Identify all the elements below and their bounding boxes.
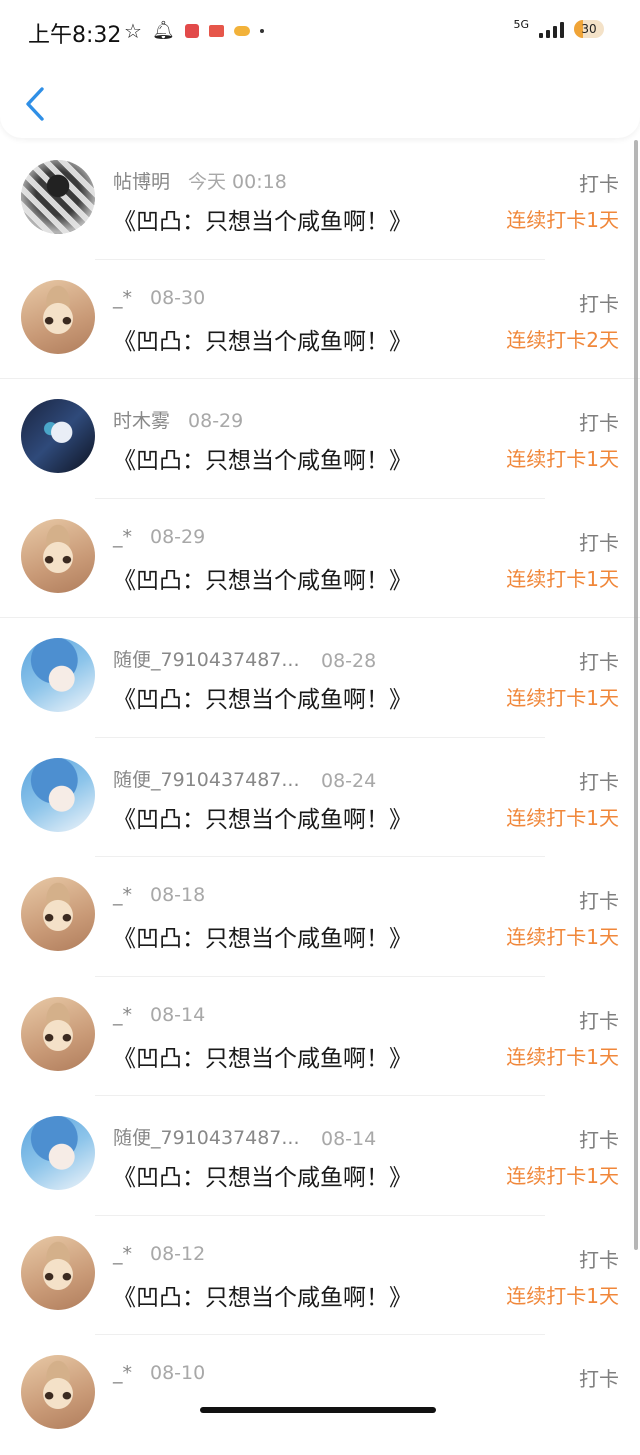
post-date: 08-12	[150, 1242, 206, 1265]
post-date: 08-29	[188, 410, 244, 432]
post-date: 08-14	[150, 1003, 206, 1026]
streak-label: 连续打卡1天	[506, 1164, 619, 1188]
streak-label: 连续打卡1天	[506, 686, 619, 710]
user-name[interactable]: _*	[113, 1362, 132, 1384]
more-dot-icon	[259, 29, 264, 33]
book-title: 《凹凸：只想当个咸鱼啊！》	[113, 687, 412, 713]
checkin-label: 打卡	[579, 1128, 619, 1152]
book-title: 《凹凸：只想当个咸鱼啊！》	[113, 1165, 412, 1191]
status-time: 上午8:32	[28, 23, 122, 48]
post-date: 今天 00:18	[188, 171, 287, 193]
avatar[interactable]	[21, 877, 95, 951]
avatar[interactable]	[21, 518, 95, 593]
avatar[interactable]	[21, 160, 95, 234]
user-name[interactable]: 随便_7910437487...	[113, 765, 313, 792]
streak-label: 连续打卡1天	[506, 1044, 619, 1069]
post-date: 08-28	[321, 650, 377, 672]
status-bar: 上午8:32 ☆ 🔔︎ 5G 30	[0, 0, 640, 62]
streak-label: 连续打卡1天	[506, 208, 619, 232]
list-item[interactable]: _* 08-14 《凹凸：只想当个咸鱼啊！》 打卡 连续打卡1天	[0, 977, 640, 1096]
streak-label: 连续打卡1天	[506, 805, 619, 830]
status-icons-right: 5G 30	[513, 18, 604, 38]
user-name[interactable]: 时木雾	[113, 406, 170, 433]
book-title: 《凹凸：只想当个咸鱼啊！》	[113, 448, 412, 474]
game-notification-icon	[233, 26, 250, 36]
streak-label: 连续打卡1天	[506, 925, 619, 949]
avatar[interactable]	[21, 996, 95, 1071]
list-item[interactable]: 随便_7910437487... 08-14 《凹凸：只想当个咸鱼啊！》 打卡 连…	[0, 1096, 640, 1216]
streak-label: 连续打卡1天	[506, 1283, 619, 1308]
list-item[interactable]: _* 08-30 《凹凸：只想当个咸鱼啊！》 打卡 连续打卡2天	[0, 260, 640, 379]
list-item[interactable]: 随便_7910437487... 08-24 《凹凸：只想当个咸鱼啊！》 打卡 连…	[0, 738, 640, 857]
user-name[interactable]: 随便_7910437487...	[113, 645, 313, 672]
checkin-label: 打卡	[579, 1008, 619, 1033]
checkin-label: 打卡	[579, 530, 619, 555]
checkin-label: 打卡	[579, 769, 619, 794]
avatar[interactable]	[21, 757, 95, 832]
post-date: 08-29	[150, 525, 206, 548]
avatar[interactable]	[21, 1235, 95, 1310]
bell-icon: 🔔︎	[151, 20, 175, 41]
streak-label: 连续打卡2天	[506, 327, 619, 352]
list-item[interactable]: _* 08-12 《凹凸：只想当个咸鱼啊！》 打卡 连续打卡1天	[0, 1216, 640, 1335]
user-name[interactable]: _*	[113, 1004, 132, 1026]
star-icon: ☆	[124, 19, 142, 43]
user-name[interactable]: _*	[113, 1243, 132, 1265]
avatar[interactable]	[21, 1116, 95, 1190]
avatar[interactable]	[21, 279, 95, 354]
user-name[interactable]: 帖博明	[113, 167, 170, 194]
post-date: 08-14	[321, 1128, 377, 1150]
checkin-label: 打卡	[579, 650, 619, 674]
avatar[interactable]	[21, 638, 95, 712]
checkin-label: 打卡	[579, 411, 619, 435]
checkin-label: 打卡	[579, 1247, 619, 1272]
book-title: 《凹凸：只想当个咸鱼啊！》	[113, 806, 412, 833]
network-label: 5G	[513, 18, 529, 31]
list-item[interactable]: _* 08-29 《凹凸：只想当个咸鱼啊！》 打卡 连续打卡1天	[0, 499, 640, 618]
post-date: 08-30	[150, 286, 206, 309]
avatar[interactable]	[21, 399, 95, 473]
streak-label: 连续打卡1天	[506, 447, 619, 471]
user-name[interactable]: _*	[113, 884, 132, 906]
avatar[interactable]	[21, 1355, 95, 1429]
battery-level: 30	[581, 22, 597, 36]
signal-icon	[539, 20, 564, 38]
book-title: 《凹凸：只想当个咸鱼啊！》	[113, 209, 412, 235]
checkin-label: 打卡	[579, 889, 619, 913]
battery-icon: 30	[574, 20, 604, 38]
status-icons-left: ☆ 🔔︎	[124, 20, 264, 42]
list-item[interactable]: _* 08-18 《凹凸：只想当个咸鱼啊！》 打卡 连续打卡1天	[0, 857, 640, 977]
post-date: 08-10	[150, 1362, 206, 1384]
streak-label: 连续打卡1天	[506, 566, 619, 591]
post-date: 08-24	[321, 769, 377, 792]
book-title: 《凹凸：只想当个咸鱼啊！》	[113, 926, 412, 952]
checkin-list: 帖博明 今天 00:18 《凹凸：只想当个咸鱼啊！》 打卡 连续打卡1天 _* 08…	[0, 140, 640, 1455]
post-date: 08-18	[150, 884, 206, 906]
user-name[interactable]: 随便_7910437487...	[113, 1123, 313, 1150]
list-item[interactable]: 时木雾 08-29 《凹凸：只想当个咸鱼啊！》 打卡 连续打卡1天	[0, 379, 640, 499]
chevron-left-icon	[26, 87, 44, 121]
app-notification-icon	[184, 24, 199, 38]
list-item[interactable]: _* 08-10 打卡	[0, 1335, 640, 1455]
book-title: 《凹凸：只想当个咸鱼啊！》	[113, 1045, 412, 1072]
user-name[interactable]: _*	[113, 287, 132, 309]
user-name[interactable]: _*	[113, 526, 132, 548]
scrollbar[interactable]	[634, 140, 638, 1250]
checkin-label: 打卡	[579, 172, 619, 196]
book-title: 《凹凸：只想当个咸鱼啊！》	[113, 1284, 412, 1311]
book-title: 《凹凸：只想当个咸鱼啊！》	[113, 567, 412, 594]
book-title: 《凹凸：只想当个咸鱼啊！》	[113, 328, 412, 355]
back-button[interactable]	[18, 82, 52, 126]
list-item[interactable]: 随便_7910437487... 08-28 《凹凸：只想当个咸鱼啊！》 打卡 连…	[0, 618, 640, 738]
list-item[interactable]: 帖博明 今天 00:18 《凹凸：只想当个咸鱼啊！》 打卡 连续打卡1天	[0, 140, 640, 260]
checkin-label: 打卡	[579, 1367, 619, 1391]
mail-notification-icon	[208, 25, 224, 37]
checkin-label: 打卡	[579, 291, 619, 316]
home-indicator[interactable]	[200, 1407, 436, 1413]
